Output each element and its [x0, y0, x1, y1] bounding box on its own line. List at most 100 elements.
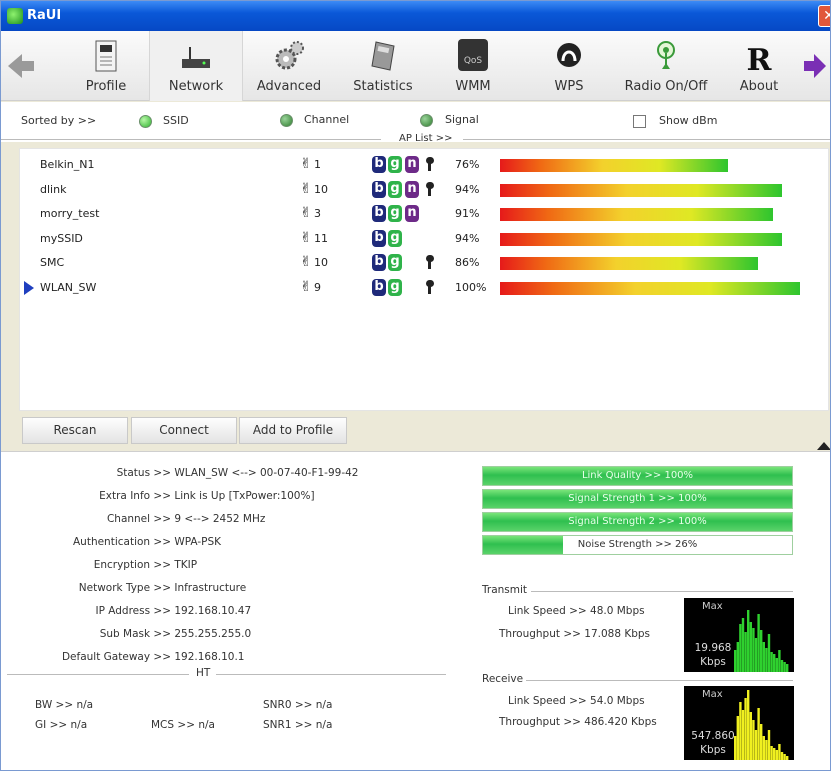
- channel-icon: ✌: [300, 180, 312, 197]
- sub-mask-value: 255.255.255.0: [174, 628, 252, 640]
- collapse-arrow-icon[interactable]: [817, 442, 830, 450]
- ap-list[interactable]: Belkin_N1 ✌ 1 b g n 76% dlink ✌ 10 b g n 94% morry_tes…: [19, 148, 829, 411]
- ap-signal-bar: [500, 208, 773, 221]
- authentication-key: Authentication >>: [72, 536, 171, 548]
- graph-bar: [757, 708, 760, 760]
- back-arrow-button[interactable]: [1, 31, 41, 101]
- back-arrow-icon: [8, 54, 34, 78]
- mode-g-icon: g: [388, 278, 402, 296]
- channel-row: Channel >> 9 <--> 2452 MHz: [7, 513, 265, 525]
- channel-icon: ✌: [300, 156, 312, 172]
- tab-about[interactable]: R About: [731, 31, 787, 101]
- qos-icon: QoS: [458, 39, 488, 71]
- sort-ssid-radio[interactable]: [139, 115, 152, 128]
- ap-row[interactable]: dlink ✌ 10 b g n 94%: [20, 178, 828, 202]
- signal-meter: Signal Strength 1 >> 100%: [482, 489, 793, 509]
- ip-address-row: IP Address >> 192.168.10.47: [7, 605, 251, 617]
- ap-channel-number: 3: [314, 207, 321, 220]
- close-icon[interactable]: ✕: [818, 5, 830, 27]
- add-to-profile-button[interactable]: Add to Profile: [239, 417, 347, 444]
- graph-bar: [749, 712, 752, 760]
- graph-bar: [767, 730, 771, 760]
- mode-b-icon: b: [372, 229, 386, 247]
- graph-bar: [757, 614, 760, 672]
- mode-b-icon: b: [372, 180, 386, 198]
- ap-channel: ✌ 10: [300, 254, 328, 270]
- gateway-key: Default Gateway >>: [61, 651, 171, 663]
- connect-button[interactable]: Connect: [131, 417, 237, 444]
- authentication-value: WPA-PSK: [174, 536, 222, 548]
- mode-g-icon: g: [388, 229, 402, 247]
- signal-meter-label: Signal Strength 2 >> 100%: [568, 516, 707, 527]
- ap-channel: ✌ 10: [300, 181, 328, 197]
- ap-channel: ✌ 1: [300, 156, 321, 172]
- raui-logo-icon: [7, 8, 23, 24]
- gateway-row: Default Gateway >> 192.168.10.1: [7, 651, 245, 663]
- receive-title: Receive: [482, 673, 524, 685]
- ip-address-key: IP Address >>: [95, 605, 171, 617]
- graph-bar: [775, 750, 778, 760]
- tab-wps-label: WPS: [554, 79, 584, 94]
- tab-advanced-label: Advanced: [256, 79, 322, 94]
- ap-row[interactable]: WLAN_SW ✌ 9 b g 100%: [20, 276, 828, 300]
- aplist-divider-right: [463, 139, 830, 140]
- graph-bar: [747, 690, 750, 760]
- ap-row[interactable]: mySSID ✌ 11 b g 94%: [20, 227, 828, 251]
- graph-bar: [783, 754, 786, 760]
- graph-bar: [765, 648, 768, 672]
- signal-meter-label: Link Quality >> 100%: [581, 470, 694, 481]
- ap-channel: ✌ 11: [300, 230, 328, 246]
- forward-arrow-button[interactable]: [801, 31, 830, 101]
- ap-signal-percent: 94%: [455, 231, 480, 245]
- graph-bar: [760, 630, 763, 672]
- receive-link-speed: Link Speed >> 54.0 Mbps: [508, 695, 645, 707]
- transmit-divider: [531, 591, 793, 592]
- wps-icon: [557, 43, 581, 67]
- sub-mask-key: Sub Mask >>: [99, 628, 171, 640]
- ap-signal-percent: 94%: [455, 182, 480, 196]
- sort-signal-radio[interactable]: [420, 114, 433, 127]
- mode-g-icon: g: [388, 254, 402, 271]
- mcs-value: MCS >> n/a: [151, 719, 215, 731]
- graph-bar: [786, 664, 789, 672]
- mode-n-icon: n: [405, 156, 419, 173]
- rescan-button[interactable]: Rescan: [22, 417, 128, 444]
- channel-icon: ✌: [300, 205, 312, 221]
- graph-bar: [741, 710, 745, 760]
- mode-b-icon: b: [372, 278, 386, 296]
- sort-label: Sorted by >>: [21, 114, 97, 127]
- tab-network[interactable]: Network: [149, 31, 243, 101]
- tab-wps[interactable]: WPS: [537, 31, 601, 101]
- ap-channel: ✌ 9: [300, 279, 321, 295]
- mode-n-icon: n: [405, 180, 419, 198]
- status-key: Status >>: [116, 467, 171, 479]
- ap-row[interactable]: Belkin_N1 ✌ 1 b g n 76%: [20, 153, 828, 177]
- ap-channel-number: 1: [314, 158, 321, 171]
- signal-meter: Noise Strength >> 26%: [482, 535, 793, 555]
- snr0-value: SNR0 >> n/a: [263, 699, 333, 711]
- graph-bar: [786, 756, 789, 760]
- graph-bar: [741, 618, 745, 672]
- ht-divider-left: [7, 674, 189, 675]
- network-router-icon: [182, 47, 210, 68]
- transmit-graph: Max 19.968 Kbps: [684, 598, 794, 672]
- tab-statistics[interactable]: Statistics: [341, 31, 425, 101]
- sort-channel-radio[interactable]: [280, 114, 293, 127]
- ap-ssid: Belkin_N1: [40, 158, 95, 171]
- mode-g-icon: g: [388, 180, 402, 198]
- tab-wmm[interactable]: QoS WMM: [441, 31, 505, 101]
- graph-bar: [744, 698, 747, 760]
- selected-arrow-icon: [24, 280, 34, 295]
- graph-bar: [749, 622, 752, 672]
- ap-ssid: dlink: [40, 182, 67, 196]
- tab-advanced[interactable]: Advanced: [249, 31, 329, 101]
- graph-bar: [783, 662, 786, 672]
- graph-bar: [752, 720, 755, 760]
- show-dbm-checkbox[interactable]: [633, 115, 646, 128]
- ap-row[interactable]: morry_test ✌ 3 b g n 91%: [20, 202, 828, 226]
- graph-bar: [767, 634, 771, 672]
- tab-profile[interactable]: Profile: [71, 31, 141, 101]
- tab-radio-onoff[interactable]: Radio On/Off: [611, 31, 721, 101]
- ap-row[interactable]: SMC ✌ 10 b g 86%: [20, 251, 828, 275]
- receive-throughput: Throughput >> 486.420 Kbps: [499, 716, 657, 728]
